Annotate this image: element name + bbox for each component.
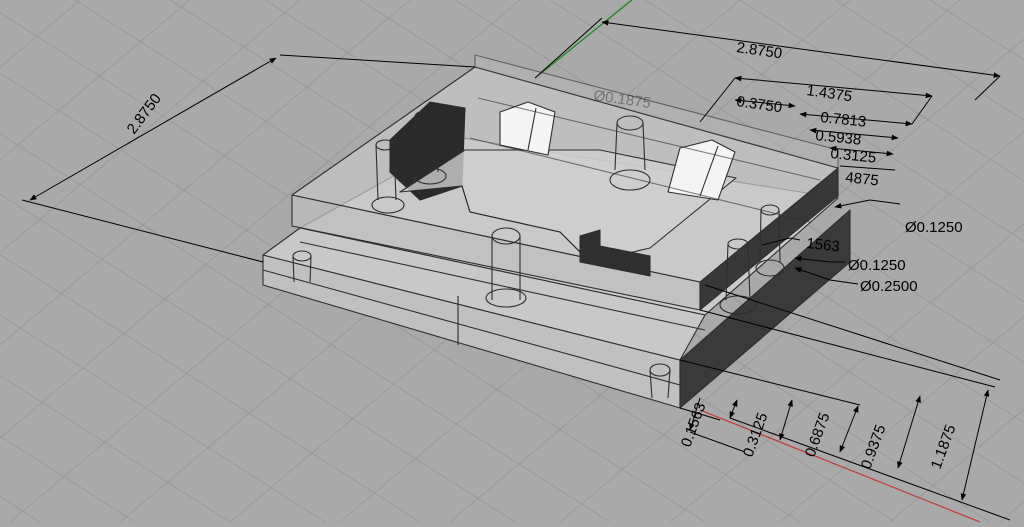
y-axis-line xyxy=(534,0,633,79)
grid-line xyxy=(999,501,1024,523)
dia-0-2500: Ø0.2500 xyxy=(860,278,918,295)
grid-line xyxy=(0,0,301,254)
dia-0-1250-a: Ø0.1250 xyxy=(905,219,963,236)
dim-0-1563-right: 1563 xyxy=(806,235,841,255)
grid-line xyxy=(0,495,41,523)
grid-line xyxy=(0,435,136,523)
dim-half-width: 1.4375 xyxy=(805,82,853,105)
dim-height-0-3125: 0.3125 xyxy=(740,410,772,459)
dim-height-1-1875: 1.1875 xyxy=(928,422,960,471)
dim-partial: 4875 xyxy=(845,169,880,189)
cad-drawing: 2.8750 2.8750 1.4375 0.3750 0.7813 0.593… xyxy=(0,0,1024,523)
grid-line xyxy=(0,0,191,161)
dim-height-0-6875: 0.6875 xyxy=(802,410,834,459)
grid-line xyxy=(889,408,1024,523)
dim-height-0-1563: 0.1563 xyxy=(678,400,710,449)
grid-line xyxy=(0,374,231,523)
dim-width-top: 2.8750 xyxy=(735,39,783,62)
dim-0-3750: 0.3750 xyxy=(735,93,783,116)
dia-0-1250-b: Ø0.1250 xyxy=(848,257,906,274)
model-viewport[interactable]: 2.8750 2.8750 1.4375 0.3750 0.7813 0.593… xyxy=(0,0,1024,523)
dim-height-0-9375: 0.9375 xyxy=(858,422,890,471)
